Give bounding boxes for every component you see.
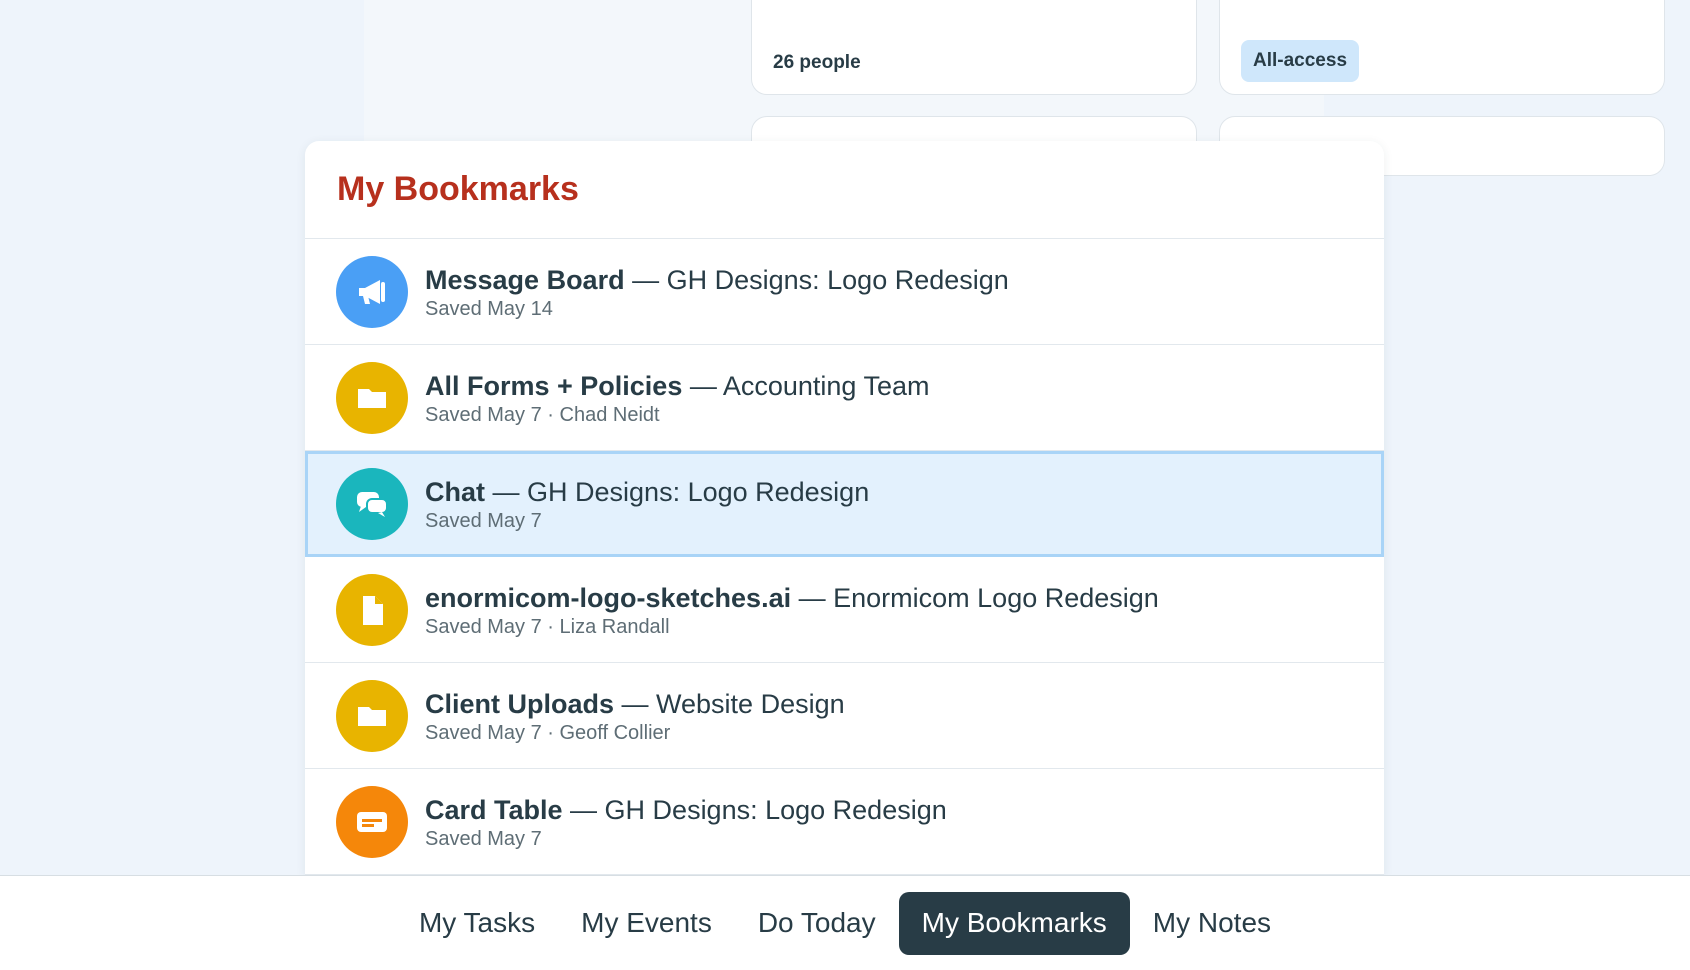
card-table-icon xyxy=(336,785,408,858)
all-access-badge: All-access xyxy=(1241,40,1360,82)
bookmark-name: enormicom-logo-sketches.ai xyxy=(425,582,792,613)
bookmark-meta: Saved May 7 · Geoff Collier xyxy=(425,721,671,744)
bookmark-context: GH Designs: Logo Redesign xyxy=(666,264,1009,295)
document-icon xyxy=(336,573,408,646)
panel-title: My Bookmarks xyxy=(305,141,1384,239)
bookmark-meta: Saved May 7 · Chad Neidt xyxy=(425,403,660,426)
folder-icon xyxy=(336,361,408,434)
tab-my-events[interactable]: My Events xyxy=(558,892,735,955)
bookmark-context: Accounting Team xyxy=(722,370,930,401)
tab-my-bookmarks[interactable]: My Bookmarks xyxy=(898,891,1130,955)
bookmark-context: GH Designs: Logo Redesign xyxy=(527,477,870,507)
people-count: 26 people xyxy=(773,52,861,73)
tab-my-tasks[interactable]: My Tasks xyxy=(396,892,558,955)
bookmark-item-message-board[interactable]: Message Board — GH Designs: Logo Redesig… xyxy=(305,239,1384,345)
bookmark-name: Client Uploads xyxy=(425,688,615,719)
bookmark-item-chat[interactable]: Chat — GH Designs: Logo Redesign Saved M… xyxy=(305,451,1384,557)
megaphone-icon xyxy=(336,255,408,328)
bookmark-context: Enormicom Logo Redesign xyxy=(833,582,1159,613)
people-card[interactable]: 26 people xyxy=(751,0,1197,95)
bookmark-separator: — xyxy=(562,794,605,825)
bookmark-separator: — xyxy=(485,477,528,507)
bookmark-name: All Forms + Policies xyxy=(425,370,683,401)
bookmark-name: Message Board xyxy=(425,264,625,295)
bookmark-separator: — xyxy=(791,582,834,613)
bookmark-meta: Saved May 14 xyxy=(425,297,553,320)
bookmarks-panel: My Bookmarks Message Board — GH Designs:… xyxy=(305,141,1384,876)
bookmark-item-card-table[interactable]: Card Table — GH Designs: Logo Redesign S… xyxy=(305,769,1384,875)
bookmark-context: Website Design xyxy=(656,688,845,719)
tab-my-notes[interactable]: My Notes xyxy=(1130,892,1294,955)
bookmark-separator: — xyxy=(624,264,667,295)
bookmark-name: Card Table xyxy=(425,794,563,825)
bookmark-item-client-uploads[interactable]: Client Uploads — Website Design Saved Ma… xyxy=(305,663,1384,769)
bookmark-meta: Saved May 7 xyxy=(425,510,542,532)
bookmark-meta: Saved May 7 · Liza Randall xyxy=(425,615,670,638)
bookmark-name: Chat xyxy=(425,477,485,507)
bookmark-item-all-forms-policies[interactable]: All Forms + Policies — Accounting Team S… xyxy=(305,345,1384,451)
bottom-tab-bar: My Tasks My Events Do Today My Bookmarks… xyxy=(0,875,1690,970)
bookmark-separator: — xyxy=(682,370,723,401)
folder-icon xyxy=(336,679,408,752)
tab-do-today[interactable]: Do Today xyxy=(735,892,899,955)
bookmark-separator: — xyxy=(614,688,657,719)
bookmark-item-enormicom-logo-sketches[interactable]: enormicom-logo-sketches.ai — Enormicom L… xyxy=(305,557,1384,663)
access-card[interactable]: All-access xyxy=(1219,0,1665,95)
bookmark-context: GH Designs: Logo Redesign xyxy=(604,794,947,825)
bookmark-meta: Saved May 7 xyxy=(425,827,542,850)
chat-bubbles-icon xyxy=(336,468,408,540)
